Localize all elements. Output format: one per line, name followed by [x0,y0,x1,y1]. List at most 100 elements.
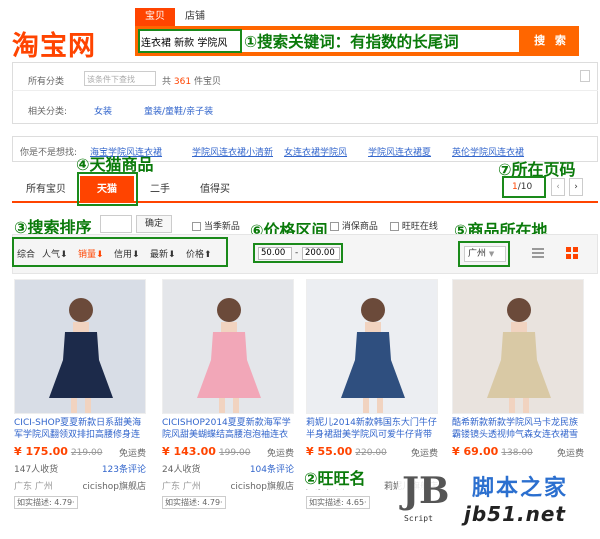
tab-worth-buying[interactable]: 值得买 [190,176,240,203]
model-photo-icon [163,280,293,413]
highlight-tmall-box [77,172,138,206]
product-image[interactable] [306,279,438,414]
suggest-label: 你是不是想找: [20,148,78,158]
price-row: ¥ 55.00 220.00 免运费 [306,445,438,459]
price: ¥ 69.00 [452,445,499,458]
neck [365,322,381,332]
suggest-item-4[interactable]: 学院风连衣裙夏 [368,145,431,158]
taobao-logo[interactable]: 淘宝网 [12,24,96,63]
sort-price[interactable]: 价格⬆ [186,247,212,260]
collapse-toggle[interactable] [580,70,590,82]
search-query: 连衣裙 新款 学院风 [141,38,228,49]
total-prefix: 共 [162,77,172,87]
list-view-icon[interactable] [532,247,544,259]
sort-default[interactable]: 综合 [17,247,35,260]
leg [85,398,91,413]
neck [221,322,237,332]
search-button[interactable]: 搜 索 [524,26,579,56]
sort-sales[interactable]: 销量⬇ [78,247,104,260]
sort-popular-label: 人气 [42,250,61,260]
check-consumer[interactable]: 消保商品 [330,219,378,232]
check-online[interactable]: 旺旺在线 [390,219,438,232]
product-image[interactable] [162,279,294,414]
original-price: 138.00 [501,448,533,458]
shop-location: 广东 广州 [162,482,201,492]
page-total: /10 [517,182,533,192]
prev-page-icon[interactable]: ‹ [551,178,565,196]
sort-sales-label: 销量 [78,250,97,260]
tab-items[interactable]: 宝贝 [135,8,175,26]
free-shipping: 免运费 [118,449,146,459]
related-label: 相关分类: [28,107,68,117]
sort-credit-label: 信用 [114,250,133,260]
check-online-label: 旺旺在线 [401,222,438,232]
checkbox-icon[interactable] [390,222,399,231]
product-title[interactable]: CICISHOP2014夏夏新款海军学院风甜美蝴蝶结高腰泡泡袖连衣裙15 [162,417,294,441]
tab-all[interactable]: 所有宝贝 [16,176,76,203]
original-price: 220.00 [355,448,387,458]
price: ¥ 143.00 [162,445,216,458]
shop-name[interactable]: cicishop旗舰店 [230,479,294,492]
price: ¥ 55.00 [306,445,353,458]
price-dash: - [295,248,299,258]
price-from-input[interactable]: 50.00 [258,247,292,260]
related-kids[interactable]: 童装/童鞋/亲子装 [144,104,213,117]
within-input-2[interactable] [100,215,132,233]
suggest-item-3[interactable]: 女连衣裙学院风 [284,145,347,158]
rating-select[interactable]: 如实描述: 4.79· [14,496,78,509]
confirm-button[interactable]: 确定 [136,215,172,233]
leg [523,398,529,413]
arrow-down-icon: ⬇ [168,250,176,260]
rating-select[interactable]: 如实描述: 4.79· [162,496,226,509]
next-page-icon[interactable]: › [569,178,583,196]
annotation-keyword: ①搜索关键词：有指数的长尾词 [244,33,459,51]
rating-select[interactable]: 如实描述: 4.65· [306,496,370,509]
head [507,298,531,322]
product-title[interactable]: 莉妮儿2014新款韩国东大门牛仔半身裙甜美学院风可爱牛仔背带裙 [306,417,438,441]
total-count: 361 [173,77,192,87]
within-search-input[interactable]: 该条件下查找 [84,71,156,86]
arrow-up-icon: ⬆ [204,250,212,260]
search-type-tabs: 宝贝 店铺 [135,8,215,26]
tab-shops[interactable]: 店铺 [175,8,215,26]
buyers: 24人收货 [162,465,201,475]
annotation-tmall: ④天猫商品 [76,155,154,174]
price: ¥ 175.00 [14,445,68,458]
tab-secondhand[interactable]: 二手 [140,176,180,203]
sort-credit[interactable]: 信用⬇ [114,247,140,260]
chevron-down-icon: ▼ [488,250,495,258]
neck [73,322,89,332]
free-shipping: 免运费 [556,449,584,459]
watermark-title: 脚本之家 [472,476,569,501]
product-card[interactable]: CICISHOP2014夏夏新款海军学院风甜美蝴蝶结高腰泡泡袖连衣裙15 ¥ 1… [162,279,294,510]
product-image[interactable] [14,279,146,414]
sort-popular[interactable]: 人气⬇ [42,247,68,260]
free-shipping: 免运费 [410,449,438,459]
grid-view-icon[interactable] [566,247,578,259]
result-count: 共 361 件宝贝 [162,74,221,87]
neck [511,322,527,332]
suggest-item-2[interactable]: 学院风连衣裙小清新 [192,145,273,158]
watermark-script: Script [404,514,433,523]
comments-link[interactable]: 123条评论 [102,462,146,475]
sort-newest[interactable]: 最新⬇ [150,247,176,260]
product-card[interactable]: CICI-SHOP夏夏新款日系甜美海军学院风翻领双排扣高腰修身连衣裙 ¥ 175… [14,279,146,510]
location-select[interactable]: 广州 ▼ [464,246,506,262]
all-categories-label: 所有分类 [28,77,65,87]
shop-name[interactable]: cicishop旗舰店 [82,479,146,492]
price-row: ¥ 143.00 199.00 免运费 [162,445,294,459]
product-image[interactable] [452,279,584,414]
leg [219,398,225,413]
annotation-wangwang: ②旺旺名 [304,465,366,489]
check-new[interactable]: 当季新品 [192,219,240,232]
product-title[interactable]: CICI-SHOP夏夏新款日系甜美海军学院风翻领双排扣高腰修身连衣裙 [14,417,146,441]
total-suffix: 件宝贝 [193,77,221,87]
price-to-input[interactable]: 200.00 [302,247,340,260]
page-indicator: 1/10 [512,182,532,192]
related-women[interactable]: 女装 [94,104,112,117]
comments-link[interactable]: 104条评论 [250,462,294,475]
checkbox-icon[interactable] [330,222,339,231]
watermark: JB Script 脚本之家 jb51.net [398,468,598,536]
product-title[interactable]: 酷希新款新款学院风马卡龙民族霸镂镜头透视帅气森女连衣裙雪纺连衣裙 [452,417,584,441]
checkbox-icon[interactable] [192,222,201,231]
